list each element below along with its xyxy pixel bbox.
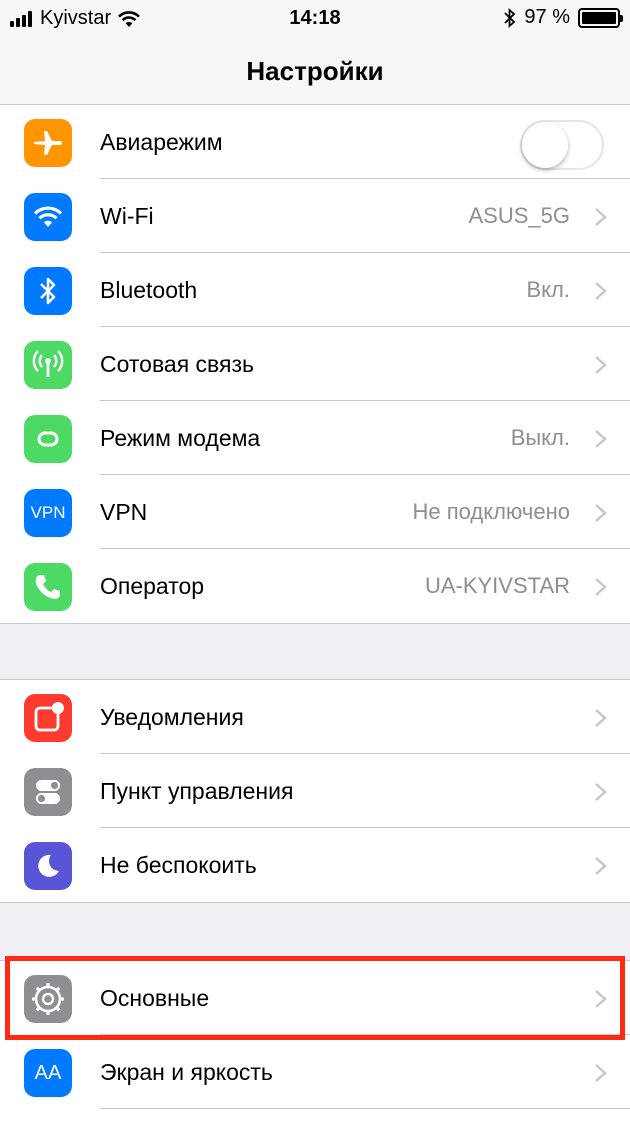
bluetooth-status-icon — [504, 7, 516, 28]
airplane-mode-toggle[interactable] — [520, 120, 604, 170]
airplane-icon — [24, 119, 72, 167]
status-right: 97 % — [504, 6, 623, 29]
bluetooth-icon — [24, 267, 72, 315]
notifications-label: Уведомления — [100, 704, 244, 730]
carrier-label: Оператор — [100, 573, 205, 599]
settings-group-connectivity: Авиарежим Wi-Fi ASUS_5G Bluetooth Вкл. С… — [0, 104, 630, 624]
bluetooth-label: Bluetooth — [100, 277, 198, 303]
settings-row-hotspot[interactable]: Режим модема Выкл. — [0, 401, 630, 475]
control-center-icon — [24, 768, 72, 816]
chevron-right-icon — [595, 783, 607, 801]
chevron-right-icon — [595, 857, 607, 875]
bluetooth-value: Вкл. — [526, 277, 571, 302]
battery-icon — [578, 7, 623, 28]
settings-row-control-center[interactable]: Пункт управления — [0, 754, 630, 828]
chevron-right-icon — [595, 1064, 607, 1082]
settings-row-airplane-mode: Авиарежим — [0, 105, 630, 179]
vpn-icon-text: VPN — [30, 503, 66, 522]
airplane-mode-label: Авиарежим — [100, 129, 223, 155]
settings-row-notifications[interactable]: Уведомления — [0, 680, 630, 754]
carrier-value: UA-KYIVSTAR — [424, 573, 570, 598]
settings-row-wifi[interactable]: Wi-Fi ASUS_5G — [0, 179, 630, 253]
chevron-right-icon — [595, 578, 607, 596]
settings-row-bluetooth[interactable]: Bluetooth Вкл. — [0, 253, 630, 327]
chevron-right-icon — [595, 709, 607, 727]
chevron-right-icon — [595, 356, 607, 374]
phone-icon — [24, 563, 72, 611]
display-brightness-label: Экран и яркость — [100, 1059, 273, 1085]
control-center-label: Пункт управления — [100, 778, 294, 804]
chevron-right-icon — [595, 504, 607, 522]
wifi-value: ASUS_5G — [468, 203, 571, 228]
settings-row-cellular[interactable]: Сотовая связь — [0, 327, 630, 401]
do-not-disturb-label: Не беспокоить — [100, 852, 257, 878]
settings-row-carrier[interactable]: Оператор UA-KYIVSTAR — [0, 549, 630, 623]
chevron-right-icon — [595, 208, 607, 226]
notifications-icon — [24, 694, 72, 742]
moon-icon — [24, 842, 72, 890]
settings-row-do-not-disturb[interactable]: Не беспокоить — [0, 828, 630, 902]
wifi-label: Wi-Fi — [100, 203, 154, 229]
display-icon-text: AA — [34, 1061, 62, 1084]
gear-icon — [24, 975, 72, 1023]
status-bar: Kyivstar 14:18 97 % — [0, 0, 630, 38]
settings-group-notifications: Уведомления Пункт управления Не беспокои… — [0, 679, 630, 903]
chevron-right-icon — [595, 990, 607, 1008]
navigation-bar: Настройки — [0, 38, 630, 108]
settings-row-vpn[interactable]: VPN VPN Не подключено — [0, 475, 630, 549]
cellular-icon — [24, 341, 72, 389]
hotspot-value: Выкл. — [510, 425, 570, 450]
wifi-icon — [24, 193, 72, 241]
settings-row-display-brightness[interactable]: AA Экран и яркость — [0, 1035, 630, 1109]
vpn-value: Не подключено — [412, 499, 570, 524]
battery-percentage: 97 % — [524, 6, 570, 28]
hotspot-icon — [24, 415, 72, 463]
vpn-icon: VPN — [24, 489, 72, 537]
vpn-label: VPN — [100, 499, 148, 525]
chevron-right-icon — [595, 430, 607, 448]
settings-group-general: Основные AA Экран и яркость — [0, 960, 630, 1121]
hotspot-label: Режим модема — [100, 425, 261, 451]
page-title: Настройки — [246, 56, 384, 86]
display-icon: AA — [24, 1049, 72, 1097]
toggle-knob — [522, 122, 568, 168]
cellular-label: Сотовая связь — [100, 351, 255, 377]
general-label: Основные — [100, 985, 210, 1011]
chevron-right-icon — [595, 282, 607, 300]
settings-row-general[interactable]: Основные — [0, 961, 630, 1035]
settings-row-partial — [0, 1109, 630, 1121]
